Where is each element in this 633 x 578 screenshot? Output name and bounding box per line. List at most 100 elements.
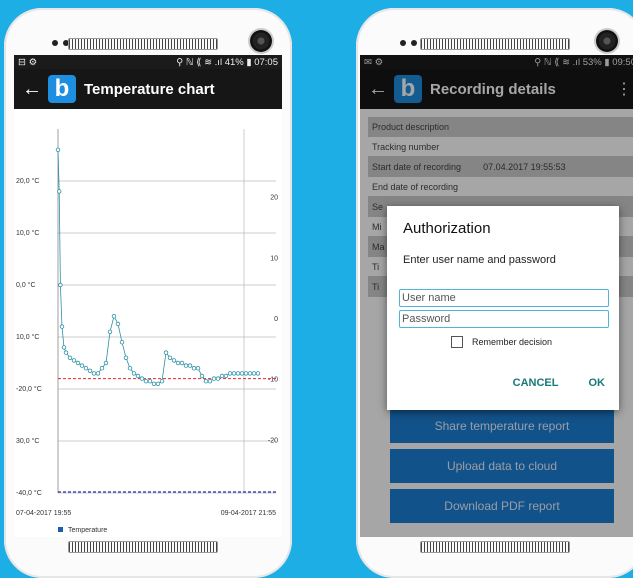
data-point: [159, 379, 165, 384]
data-point: [63, 350, 69, 355]
username-input[interactable]: User name: [399, 289, 609, 307]
data-point: [167, 355, 173, 360]
x-start-label: 07-04-2017 19:55: [16, 510, 71, 517]
data-point: [211, 376, 217, 381]
left-tick-label: 0,0 °C: [16, 281, 36, 289]
data-point: [207, 379, 213, 384]
bottom-speaker: [68, 541, 218, 553]
left-tick-label: -20,0 °C: [16, 385, 42, 393]
legend-swatch: [58, 527, 63, 532]
data-point: [83, 366, 89, 371]
back-arrow-icon[interactable]: ←: [22, 78, 48, 101]
data-point: [58, 282, 63, 288]
series-line: [57, 149, 258, 385]
temperature-chart[interactable]: 20,0 °C 10,0 °C 0,0 °C 10,0 °C -20,0 °C 30,0 …: [14, 109, 282, 537]
right-tick-label: 20: [270, 195, 278, 202]
right-axis-ticks: 20 10 0 -10 -20: [268, 195, 278, 445]
data-point: [191, 366, 197, 371]
data-point: [255, 371, 261, 376]
app-bar: ← b Temperature chart: [14, 69, 282, 109]
status-left-icons: ⊟ ⚙: [18, 56, 38, 68]
data-point: [175, 360, 181, 366]
dialog-message: Enter user name and password: [403, 254, 556, 266]
data-point: [67, 355, 73, 360]
front-camera: [596, 30, 618, 52]
data-point: [247, 371, 253, 376]
right-tick-label: 0: [274, 316, 278, 323]
status-bar: ⊟ ⚙ ⚲ ℕ ⟪ ≋ .ıl 41% ▮ 07:05: [14, 55, 282, 69]
left-axis-ticks: 20,0 °C 10,0 °C 0,0 °C 10,0 °C -20,0 °C 30,0 …: [16, 177, 42, 497]
right-tick-label: -10: [268, 377, 278, 384]
dialog-actions: CANCEL OK: [513, 377, 605, 389]
remember-label: Remember decision: [472, 337, 553, 347]
data-point: [115, 321, 121, 327]
data-point: [103, 360, 109, 366]
chart-grid: [57, 129, 276, 494]
data-point: [223, 373, 229, 379]
authorization-dialog: Authorization Enter user name and passwo…: [387, 206, 619, 410]
checkbox-box[interactable]: [451, 336, 463, 348]
data-point: [171, 358, 177, 363]
data-point: [231, 371, 237, 376]
cancel-button[interactable]: CANCEL: [513, 377, 559, 389]
top-speaker: [420, 38, 570, 50]
top-speaker: [68, 38, 218, 50]
data-point: [239, 371, 245, 376]
legend-label: Temperature: [68, 527, 107, 534]
data-point: [131, 371, 137, 376]
app-logo-icon: b: [48, 75, 76, 103]
data-point: [235, 371, 241, 376]
data-point: [91, 371, 97, 376]
data-point: [111, 313, 117, 319]
data-point: [199, 373, 205, 379]
data-point: [147, 379, 153, 384]
data-point: [151, 381, 157, 386]
data-point: [95, 371, 101, 376]
left-phone: ⊟ ⚙ ⚲ ℕ ⟪ ≋ .ıl 41% ▮ 07:05 ← b Temperat…: [4, 8, 292, 578]
data-point: [79, 363, 85, 368]
data-point: [183, 363, 189, 368]
data-point: [59, 324, 65, 329]
data-point: [61, 345, 67, 350]
data-point: [127, 366, 133, 371]
data-point: [75, 360, 81, 366]
left-tick-label: 30,0 °C: [16, 437, 39, 445]
data-point: [155, 381, 161, 386]
right-tick-label: -20: [268, 437, 278, 444]
remember-checkbox[interactable]: Remember decision: [451, 336, 552, 348]
password-input[interactable]: Password: [399, 310, 609, 328]
data-point: [163, 350, 169, 355]
data-point: [251, 371, 257, 376]
data-point: [143, 379, 149, 384]
sensor-dots: [400, 40, 417, 46]
page-title: Temperature chart: [84, 80, 215, 98]
data-point: [215, 376, 221, 381]
left-tick-label: 10,0 °C: [16, 229, 39, 237]
data-point: [123, 355, 129, 360]
data-point: [203, 379, 209, 384]
right-tick-label: 10: [270, 255, 278, 262]
data-point: [227, 371, 233, 376]
data-points: [55, 147, 261, 386]
status-right: ⚲ ℕ ⟪ ≋ .ıl 41% ▮ 07:05: [176, 56, 278, 68]
dialog-title: Authorization: [403, 220, 491, 237]
ok-button[interactable]: OK: [589, 377, 606, 389]
data-point: [119, 339, 125, 345]
details-screen: ✉ ⚙ ⚲ ℕ ⟪ ≋ .ıl 53% ▮ 09:50 ← b Recordin…: [360, 55, 633, 537]
front-camera: [250, 30, 272, 52]
data-point: [219, 373, 225, 379]
data-point: [99, 366, 105, 371]
data-point: [55, 147, 61, 152]
data-point: [107, 329, 113, 334]
data-point: [195, 366, 201, 371]
left-tick-label: 20,0 °C: [16, 177, 39, 185]
data-point: [139, 376, 145, 381]
sensor-dots: [52, 40, 69, 46]
bottom-speaker: [420, 541, 570, 553]
data-point: [87, 368, 93, 373]
x-end-label: 09-04-2017 21:55: [221, 510, 276, 517]
limit-lines: [58, 378, 276, 493]
data-point: [187, 363, 193, 368]
data-point: [179, 360, 185, 366]
data-point: [57, 189, 62, 194]
